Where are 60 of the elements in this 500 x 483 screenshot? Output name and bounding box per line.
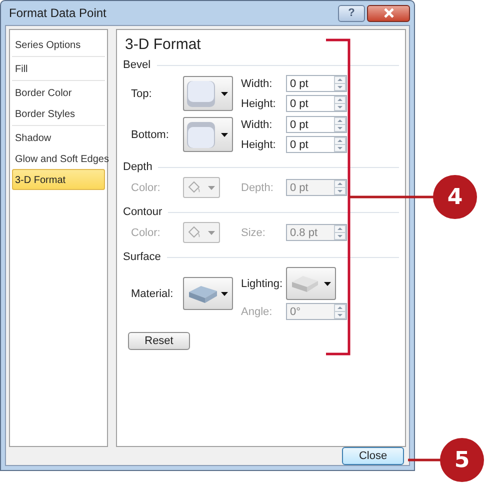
caret-icon: [221, 92, 228, 96]
lighting-preview-icon: [290, 274, 320, 294]
close-icon: [382, 8, 394, 18]
field-label: Bottom:: [131, 128, 170, 140]
spin-arrows-icon: [334, 96, 346, 111]
category-item[interactable]: Border Styles: [12, 103, 105, 124]
close-button[interactable]: Close: [342, 447, 404, 465]
category-item[interactable]: Series Options: [12, 34, 105, 55]
field-label: Angle:: [241, 306, 274, 318]
window-title: Format Data Point: [9, 6, 106, 20]
close-button[interactable]: [367, 4, 410, 22]
section-title: Contour: [123, 206, 162, 218]
spin-arrows-icon: [334, 225, 346, 240]
category-item[interactable]: 3-D Format: [12, 169, 105, 190]
bevel-bottom-picker[interactable]: [183, 117, 233, 152]
section-title: Surface: [123, 251, 161, 263]
section-title: Bevel: [123, 59, 151, 71]
field-label: Lighting:: [241, 278, 284, 290]
section-title: Depth: [123, 161, 152, 173]
field-label: Color:: [131, 226, 162, 238]
bevel-preview-icon: [187, 80, 215, 106]
reset-button[interactable]: Reset: [128, 332, 190, 350]
field-label: Height:: [241, 138, 277, 150]
field-label: Depth:: [241, 182, 274, 194]
field-label: Width:: [241, 78, 274, 90]
bevel-preview-icon: [187, 122, 215, 148]
caret-icon: [324, 282, 331, 286]
spin-arrows-icon: [334, 304, 346, 319]
spin-arrows-icon: [334, 76, 346, 91]
leader-line: [408, 458, 441, 462]
spin-field[interactable]: 0 pt: [286, 136, 347, 153]
callout-number: 5: [440, 438, 484, 482]
spin-field[interactable]: 0 pt: [286, 95, 347, 112]
spin-arrows-icon: [334, 117, 346, 132]
category-item[interactable]: Shadow: [12, 127, 105, 148]
lighting-picker[interactable]: [286, 267, 336, 300]
caret-icon: [221, 132, 228, 136]
bevel-top-picker[interactable]: [183, 76, 233, 111]
spin-field[interactable]: 0 pt: [286, 116, 347, 133]
help-button[interactable]: ?: [338, 4, 365, 22]
callout-number: 4: [433, 175, 477, 219]
field-label: Width:: [241, 118, 274, 130]
paint-bucket-icon: [187, 181, 201, 194]
spin-arrows-icon: [334, 137, 346, 152]
spin-arrows-icon: [334, 180, 346, 195]
field-label: Size:: [241, 226, 266, 238]
paint-bucket-icon: [187, 226, 201, 239]
field-label: Color:: [131, 182, 162, 194]
caret-icon: [221, 292, 228, 296]
caret-icon: [208, 230, 215, 234]
category-item[interactable]: Border Color: [12, 82, 105, 103]
field-label: Material:: [131, 288, 174, 300]
caret-icon: [208, 186, 215, 190]
spin-field[interactable]: 0 pt: [286, 75, 347, 92]
field-label: Height:: [241, 98, 277, 110]
material-preview-icon: [187, 284, 219, 304]
category-item[interactable]: Fill: [12, 58, 105, 79]
material-picker[interactable]: [183, 277, 233, 310]
field-label: Top:: [131, 88, 153, 100]
panel-heading: 3-D Format: [125, 36, 202, 53]
